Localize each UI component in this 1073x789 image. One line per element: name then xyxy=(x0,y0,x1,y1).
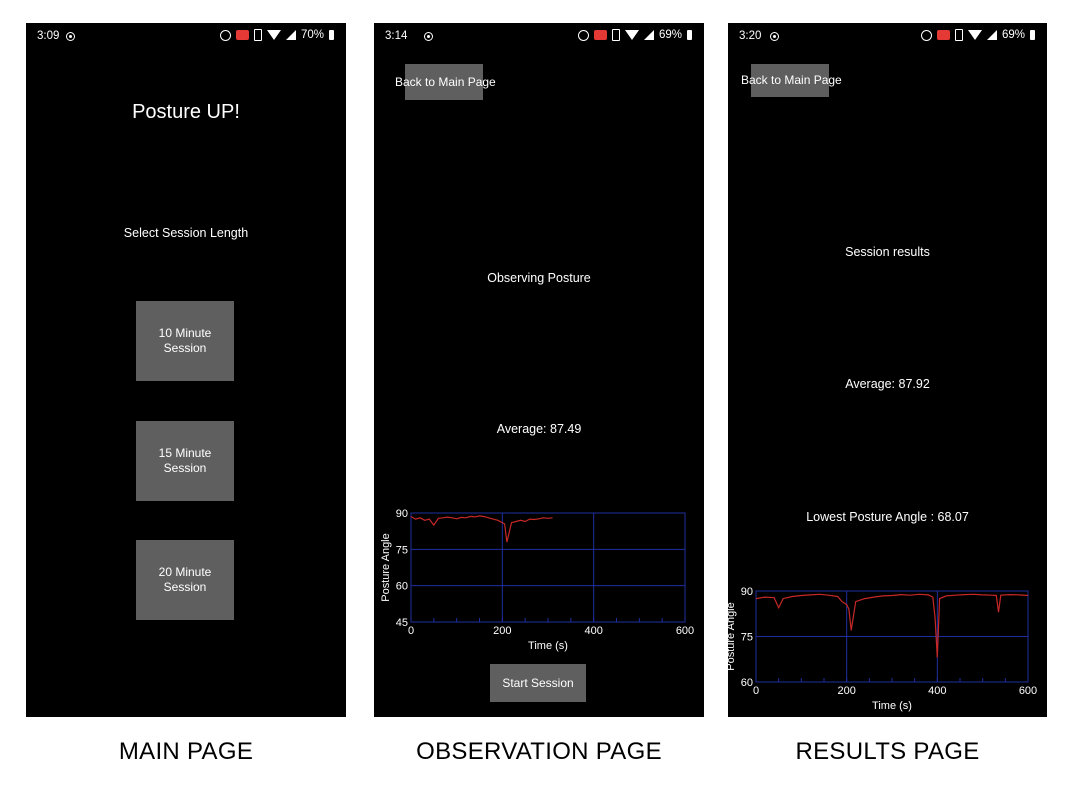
session-results-label: Session results xyxy=(845,245,930,259)
observation-page-caption: OBSERVATION PAGE xyxy=(416,738,662,765)
button-label-line1: 15 Minute xyxy=(158,446,212,460)
y-tick-label: 60 xyxy=(741,677,753,689)
button-label-line1: 20 Minute xyxy=(158,565,212,579)
results-page-screen: 3:20 69% Back to Main Page Session resul… xyxy=(728,23,1047,717)
ten-minute-session-button[interactable]: 10 Minute Session xyxy=(136,301,234,381)
main-page-caption: MAIN PAGE xyxy=(118,738,254,765)
y-tick-label: 60 xyxy=(396,581,408,593)
alarm-icon xyxy=(577,29,589,41)
x-tick-label: 200 xyxy=(837,685,855,697)
wifi-icon xyxy=(624,30,639,40)
x-tick-label: 400 xyxy=(584,625,602,637)
vibrate-icon xyxy=(253,29,262,41)
posture-angle-chart: 0 200 400 600 60 75 90 Time (s) Posture Angle xyxy=(728,586,1037,712)
button-label-line2: Session xyxy=(163,461,207,475)
posture-series-line xyxy=(410,515,553,543)
wifi-icon xyxy=(967,30,982,40)
twenty-minute-session-button[interactable]: 20 Minute Session xyxy=(136,540,234,620)
y-axis-label: Posture Angle xyxy=(728,602,737,671)
select-session-label: Select Session Length xyxy=(123,226,249,240)
main-page-screen: 3:09 70% Posture UP! Select Session Leng… xyxy=(26,23,346,717)
x-tick-label: 0 xyxy=(753,685,759,697)
signal-icon xyxy=(285,30,296,40)
back-button-label: Back to Main Page xyxy=(741,73,842,87)
x-tick-label: 200 xyxy=(493,625,511,637)
alarm-icon xyxy=(219,29,231,41)
start-session-label: Start Session xyxy=(502,675,574,690)
status-bar: 3:20 69% xyxy=(728,23,1047,49)
x-axis-label: Time (s) xyxy=(528,640,568,652)
start-session-button[interactable]: Start Session xyxy=(490,664,586,702)
circle-dot-icon xyxy=(66,32,75,41)
battery-percent: 70% xyxy=(300,29,324,41)
status-time: 3:20 xyxy=(739,30,762,42)
posture-series-line xyxy=(755,593,1029,658)
back-to-main-page-button[interactable]: Back to Main Page xyxy=(395,64,496,100)
battery-percent: 69% xyxy=(658,29,682,41)
posture-angle-chart: 0 200 400 600 45 60 75 90 Time (s) Posture Angle xyxy=(380,508,694,652)
button-label-line2: Session xyxy=(163,341,207,355)
vibrate-icon xyxy=(611,29,620,41)
back-button-label: Back to Main Page xyxy=(395,74,496,89)
app-title: Posture UP! xyxy=(132,101,240,123)
battery-icon xyxy=(687,30,692,40)
signal-icon xyxy=(643,30,654,40)
x-tick-label: 600 xyxy=(676,625,694,637)
y-axis-label: Posture Angle xyxy=(380,533,392,602)
y-tick-label: 90 xyxy=(741,586,753,598)
y-tick-label: 75 xyxy=(396,544,408,556)
x-tick-label: 400 xyxy=(928,685,946,697)
status-time: 3:09 xyxy=(37,30,60,42)
status-bar: 3:09 70% xyxy=(26,23,346,49)
x-tick-label: 600 xyxy=(1019,685,1037,697)
y-tick-label: 45 xyxy=(396,617,408,629)
battery-icon xyxy=(1030,30,1035,40)
observing-posture-label: Observing Posture xyxy=(487,271,591,285)
x-tick-label: 0 xyxy=(408,625,414,637)
battery-percent: 69% xyxy=(1001,29,1025,41)
alarm-icon xyxy=(920,29,932,41)
average-label: Average: 87.92 xyxy=(845,377,930,391)
lowest-posture-angle-label: Lowest Posture Angle : 68.07 xyxy=(806,510,969,524)
results-page-caption: RESULTS PAGE xyxy=(795,738,980,765)
battery-icon xyxy=(329,30,334,40)
status-time: 3:14 xyxy=(385,30,408,42)
vibrate-icon xyxy=(954,29,963,41)
cast-icon xyxy=(936,30,950,40)
observation-page-screen: 3:14 69% Back to Main Page Observing Pos… xyxy=(374,23,704,717)
back-to-main-page-button[interactable]: Back to Main Page xyxy=(741,64,842,97)
circle-dot-icon xyxy=(770,32,779,41)
button-label-line2: Session xyxy=(163,580,207,594)
plot-area-border xyxy=(410,512,686,623)
y-tick-label: 90 xyxy=(396,508,408,520)
cast-icon xyxy=(235,30,249,40)
cast-icon xyxy=(593,30,607,40)
average-label: Average: 87.49 xyxy=(496,422,582,436)
circle-dot-icon xyxy=(424,32,433,41)
wifi-icon xyxy=(266,30,281,40)
x-axis-label: Time (s) xyxy=(872,700,912,712)
fifteen-minute-session-button[interactable]: 15 Minute Session xyxy=(136,421,234,501)
status-bar: 3:14 69% xyxy=(374,23,704,49)
button-label-line1: 10 Minute xyxy=(158,326,212,340)
signal-icon xyxy=(986,30,997,40)
y-tick-label: 75 xyxy=(741,632,753,644)
